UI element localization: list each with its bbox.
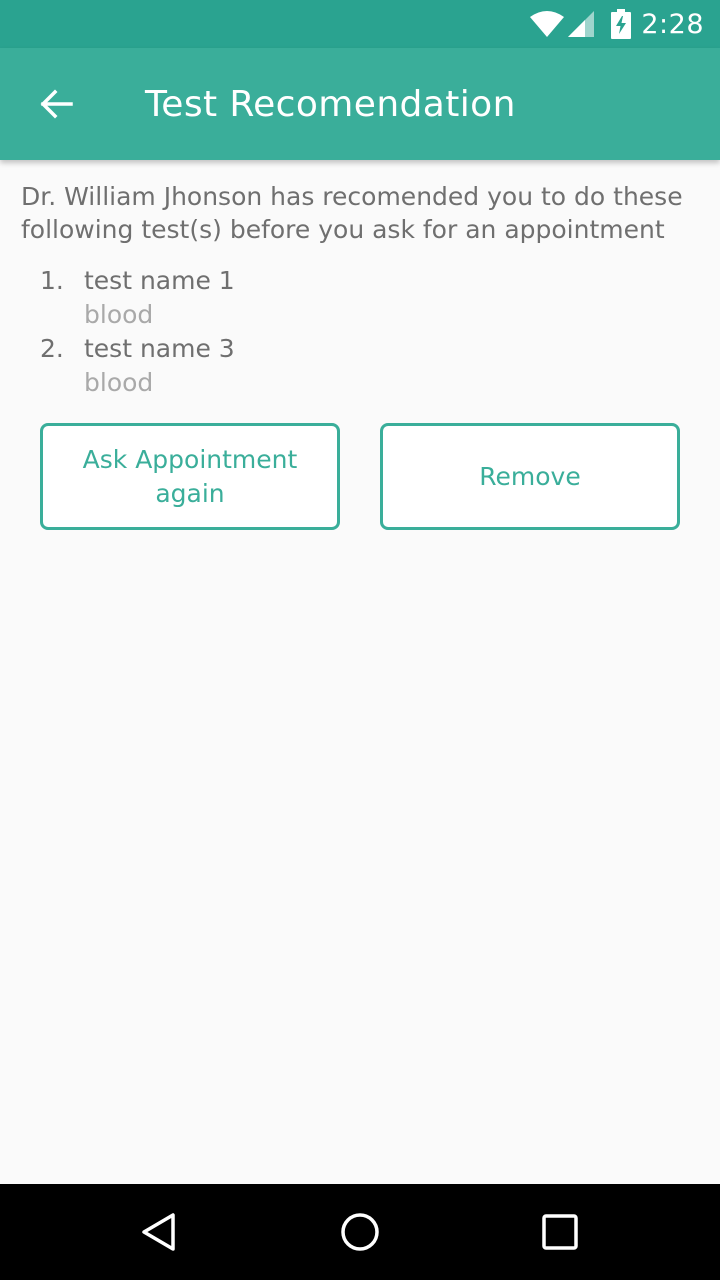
circle-home-icon (341, 1213, 379, 1251)
wifi-icon (530, 11, 565, 37)
back-button[interactable] (24, 72, 88, 136)
test-type: blood (84, 368, 154, 397)
app-bar: Test Recomendation (0, 48, 720, 160)
list-item: 2. test name 3 blood (0, 332, 720, 400)
test-name: test name 1 (84, 266, 235, 295)
page-title: Test Recomendation (145, 83, 516, 125)
battery-charging-icon (611, 9, 632, 39)
test-name: test name 3 (84, 334, 235, 363)
test-type: blood (84, 300, 154, 329)
list-item: 1. test name 1 blood (0, 264, 720, 332)
remove-button[interactable]: Remove (380, 423, 680, 530)
status-icons: 2:28 (529, 0, 704, 48)
ask-appointment-again-button[interactable]: Ask Appointment again (40, 423, 340, 530)
test-number: 2. (40, 334, 64, 363)
test-number: 1. (40, 266, 64, 295)
status-time: 2:28 (641, 8, 704, 40)
arrow-left-icon (40, 89, 73, 119)
signal-icon (568, 11, 595, 37)
nav-recents-button[interactable] (532, 1204, 588, 1260)
nav-home-button[interactable] (332, 1204, 388, 1260)
navigation-bar (0, 1184, 720, 1280)
nav-back-button[interactable] (132, 1204, 188, 1260)
square-recents-icon (542, 1214, 578, 1250)
triangle-back-icon (142, 1213, 175, 1251)
recommendation-intro-text: Dr. William Jhonson has recomended you t… (21, 182, 683, 244)
test-list: 1. test name 1 blood 2. test name 3 bloo… (0, 264, 720, 400)
status-bar: 2:28 (0, 0, 720, 48)
